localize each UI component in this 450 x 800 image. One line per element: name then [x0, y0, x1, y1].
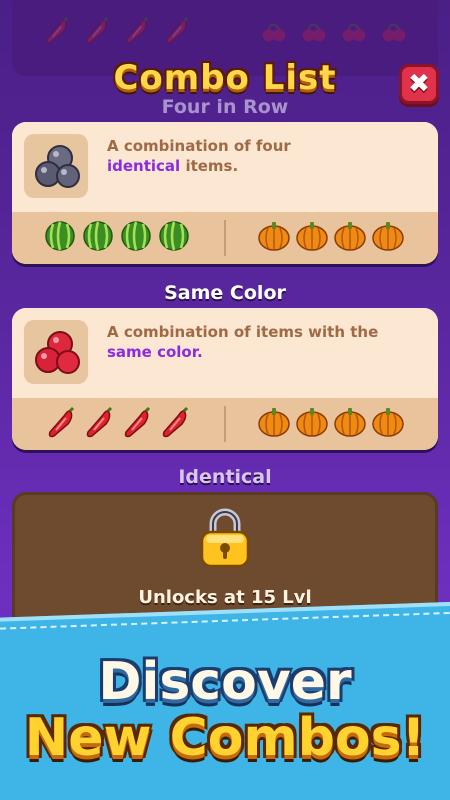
pumpkin-icon — [258, 407, 290, 437]
combo-icon-box — [24, 134, 88, 198]
padlock-icon — [200, 508, 250, 568]
red-chili-icon — [125, 16, 149, 44]
watermelon-icon — [44, 220, 76, 252]
red-chili-icon — [124, 406, 151, 438]
pumpkin-icon — [258, 221, 290, 251]
red-chili-icon — [85, 16, 109, 44]
promo-headline-line1: Discover — [98, 652, 352, 712]
pumpkin-icon — [334, 221, 366, 251]
watermelon-icon — [158, 220, 190, 252]
combo-label-four-in-row: Four in Row — [161, 96, 289, 118]
combo-example-right — [258, 406, 404, 438]
red-balls-icon — [35, 331, 80, 374]
close-icon: ✖ — [408, 69, 430, 99]
combo-example-left — [44, 406, 190, 438]
cherry-icon — [382, 23, 406, 42]
pumpkin-icon — [372, 221, 404, 251]
pumpkin-icon — [372, 407, 404, 437]
page-title: Combo List — [113, 58, 337, 98]
combo-example-left — [44, 220, 190, 252]
promo-headline-line2: New Combos! — [24, 708, 426, 768]
watermelon-icon — [120, 220, 152, 252]
gray-balls-icon — [35, 145, 80, 188]
combo-example-right — [258, 220, 404, 252]
combo-card-same-color: A combination of items with the same col… — [12, 308, 438, 450]
combo-label-same-color: Same Color — [164, 282, 286, 304]
watermelon-icon — [82, 220, 114, 252]
red-chili-icon — [86, 406, 113, 438]
pumpkin-icon — [334, 407, 366, 437]
red-chili-icon — [165, 16, 189, 44]
cherry-icon — [342, 23, 366, 42]
combo-card-four-in-row: A combination of four identical items. — [12, 122, 438, 264]
divider — [224, 406, 226, 442]
combo-description: A combination of four identical items. — [107, 137, 291, 175]
combo-icon-box — [24, 320, 88, 384]
pumpkin-icon — [296, 221, 328, 251]
divider — [224, 220, 226, 256]
red-chili-icon — [162, 406, 189, 438]
combo-description: A combination of items with the same col… — [107, 323, 379, 361]
cherry-icon — [262, 23, 286, 42]
red-chili-icon — [48, 406, 75, 438]
combo-label-identical: Identical — [178, 466, 272, 488]
pumpkin-icon — [296, 407, 328, 437]
red-chili-icon — [45, 16, 69, 44]
cherry-icon — [302, 23, 326, 42]
